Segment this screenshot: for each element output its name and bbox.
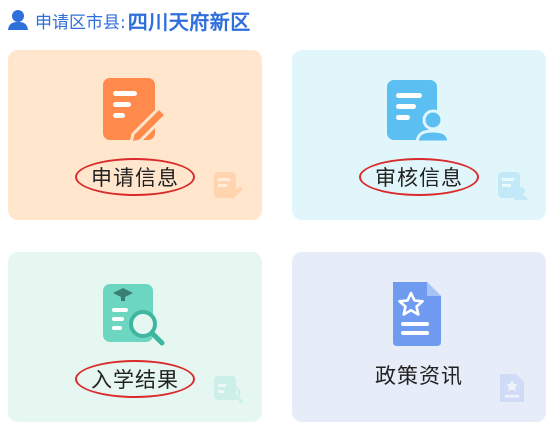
admission-result-card[interactable]: 入学结果 (8, 252, 262, 422)
review-document-watermark-icon (498, 172, 528, 200)
review-info-card[interactable]: 审核信息 (292, 50, 546, 220)
user-icon (8, 10, 28, 30)
district-header: 申请区市县: 四川天府新区 (8, 6, 251, 34)
policy-star-watermark-icon (500, 374, 524, 402)
review-info-title: 审核信息 (359, 158, 479, 196)
search-result-watermark-icon (214, 376, 244, 404)
apply-info-title: 申请信息 (75, 158, 195, 196)
district-label: 申请区市县: (35, 12, 126, 33)
district-value: 四川天府新区 (127, 9, 251, 34)
search-result-icon (103, 284, 165, 346)
admission-result-title: 入学结果 (75, 360, 195, 398)
apply-info-card[interactable]: 申请信息 (8, 50, 262, 220)
policy-star-document-icon (393, 282, 441, 346)
policy-news-title: 政策资讯 (375, 364, 463, 388)
apply-form-watermark-icon (214, 172, 243, 199)
apply-form-icon (103, 78, 167, 145)
policy-news-card[interactable]: 政策资讯 (292, 252, 546, 422)
review-document-icon (387, 80, 451, 144)
